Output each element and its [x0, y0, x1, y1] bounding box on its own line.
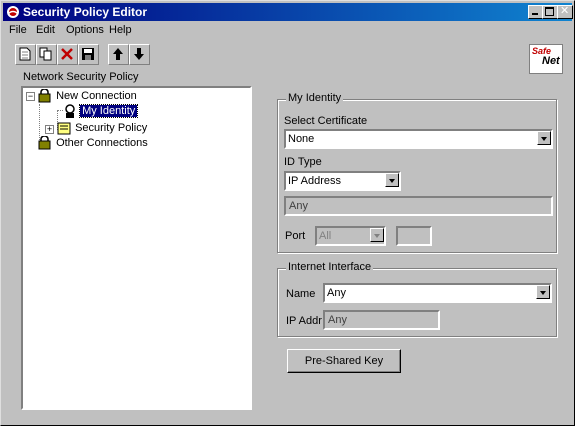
- window-title: Security Policy Editor: [23, 5, 148, 19]
- id-type-select[interactable]: IP Address: [284, 171, 401, 191]
- my-identity-group-label: My Identity: [286, 92, 344, 104]
- move-up-button[interactable]: [108, 44, 129, 65]
- policy-tree[interactable]: − New Connection My Identity + Security …: [21, 86, 252, 410]
- identity-address-value: Any: [289, 200, 308, 212]
- ip-addr-label: IP Addr: [286, 315, 322, 327]
- identity-address-field[interactable]: Any: [284, 196, 553, 216]
- select-certificate-label: Select Certificate: [284, 115, 368, 127]
- copy-button[interactable]: [36, 44, 57, 65]
- menu-options[interactable]: Options: [66, 24, 104, 36]
- chevron-down-icon[interactable]: [536, 285, 550, 299]
- chevron-down-icon: [370, 228, 384, 242]
- close-button[interactable]: ✕: [557, 5, 573, 19]
- port-select: All: [315, 226, 386, 246]
- delete-icon: [61, 48, 73, 60]
- tree-item-security-policy[interactable]: Security Policy: [56, 121, 147, 136]
- brand-logo: Safe Net: [529, 44, 563, 74]
- certificate-select-value: None: [288, 133, 315, 145]
- title-bar[interactable]: Security Policy Editor ✕: [3, 3, 573, 21]
- ip-addr-value: Any: [328, 314, 347, 326]
- interface-name-select[interactable]: Any: [323, 283, 552, 303]
- interface-name-label: Name: [286, 288, 316, 300]
- collapse-toggle[interactable]: −: [26, 92, 35, 101]
- internet-interface-group-label: Internet Interface: [286, 261, 374, 273]
- security-policy-icon: [57, 122, 71, 135]
- save-icon: [82, 48, 94, 60]
- tree-item-other-connections[interactable]: Other Connections: [37, 135, 148, 151]
- protocol-field: [396, 226, 432, 246]
- menu-file[interactable]: File: [9, 24, 27, 36]
- delete-button[interactable]: [57, 44, 78, 65]
- app-logo-icon: [7, 6, 19, 18]
- certificate-select[interactable]: None: [284, 129, 553, 149]
- brand-logo-text-bottom: Net: [542, 55, 560, 67]
- tree-item-my-identity[interactable]: My Identity: [63, 104, 139, 119]
- chevron-down-icon[interactable]: [385, 173, 399, 187]
- pre-shared-key-button[interactable]: Pre-Shared Key: [287, 349, 401, 373]
- port-label: Port: [285, 230, 306, 242]
- close-icon: ✕: [560, 5, 570, 17]
- tree-item-label: Security Policy: [75, 122, 148, 134]
- maximize-button[interactable]: [542, 5, 558, 19]
- id-type-label: ID Type: [284, 156, 322, 168]
- tree-item-label: Other Connections: [56, 137, 148, 149]
- minimize-icon: [532, 13, 538, 15]
- tree-item-label: My Identity: [79, 104, 139, 118]
- pre-shared-key-label: Pre-Shared Key: [304, 355, 384, 367]
- identity-icon: [65, 104, 75, 119]
- new-document-icon: [19, 47, 31, 61]
- tree-item-label: New Connection: [56, 90, 137, 102]
- new-button[interactable]: [15, 44, 36, 65]
- port-select-value: All: [319, 230, 332, 242]
- main-window: Security Policy Editor ✕ File Edit Optio…: [0, 0, 575, 426]
- chevron-down-icon[interactable]: [537, 131, 551, 145]
- other-connections-icon: [38, 135, 51, 150]
- menu-edit[interactable]: Edit: [36, 24, 55, 36]
- interface-name-value: Any: [327, 287, 346, 299]
- maximize-icon: [545, 7, 554, 16]
- id-type-select-value: IP Address: [288, 175, 341, 187]
- menu-bar: File Edit Options Help: [3, 22, 572, 38]
- expand-toggle[interactable]: +: [45, 125, 54, 134]
- ip-addr-field: Any: [323, 310, 440, 330]
- move-down-button[interactable]: [129, 44, 150, 65]
- menu-help[interactable]: Help: [109, 24, 132, 36]
- copy-icon: [39, 47, 52, 61]
- tree-item-new-connection[interactable]: New Connection: [37, 88, 137, 104]
- panel-title: Network Security Policy: [23, 71, 139, 83]
- arrow-up-icon: [113, 48, 123, 60]
- connection-icon: [38, 88, 51, 103]
- arrow-down-icon: [134, 48, 144, 60]
- save-button[interactable]: [78, 44, 99, 65]
